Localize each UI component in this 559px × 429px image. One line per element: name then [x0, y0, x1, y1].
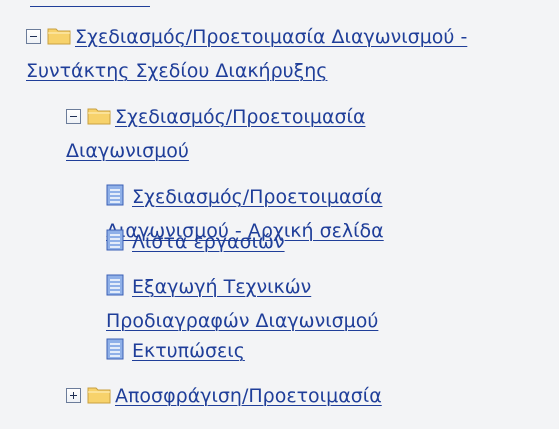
tree-node-link[interactable]: Εκτυπώσεις	[132, 340, 245, 362]
clipped-previous-link[interactable]	[30, 0, 150, 7]
tree-node-unsealing: Αποσφράγιση/Προετοιμασία	[66, 379, 506, 413]
tree-node-planning: Σχεδιασμός/Προετοιμασία Διαγωνισμού	[66, 100, 416, 168]
page-icon	[106, 184, 124, 206]
tree-leaf-tasks: Λίστα εργασιών	[106, 225, 406, 259]
collapse-toggle-icon[interactable]	[26, 29, 41, 44]
tree-node-link[interactable]: Αποσφράγιση/Προετοιμασία	[115, 385, 382, 407]
tree-node-link[interactable]: Σχεδιασμός/Προετοιμασία Διαγωνισμού - Συ…	[26, 26, 467, 82]
tree-node-planning-root: Σχεδιασμός/Προετοιμασία Διαγωνισμού - Συ…	[26, 20, 546, 88]
collapse-toggle-icon[interactable]	[66, 109, 81, 124]
page-icon	[106, 274, 124, 296]
page-icon	[106, 338, 124, 360]
tree-node-link[interactable]: Λίστα εργασιών	[132, 231, 285, 253]
tree-node-link[interactable]: Εξαγωγή Τεχνικών Προδιαγραφών Διαγωνισμο…	[106, 276, 378, 332]
folder-icon	[87, 108, 111, 125]
tree-leaf-export-specs: Εξαγωγή Τεχνικών Προδιαγραφών Διαγωνισμο…	[106, 270, 446, 338]
navigation-tree-panel: Σχεδιασμός/Προετοιμασία Διαγωνισμού - Συ…	[0, 0, 559, 429]
page-icon	[106, 229, 124, 251]
tree-leaf-prints: Εκτυπώσεις	[106, 334, 406, 368]
expand-toggle-icon[interactable]	[66, 388, 81, 403]
folder-icon	[87, 387, 111, 404]
folder-icon	[47, 28, 71, 45]
